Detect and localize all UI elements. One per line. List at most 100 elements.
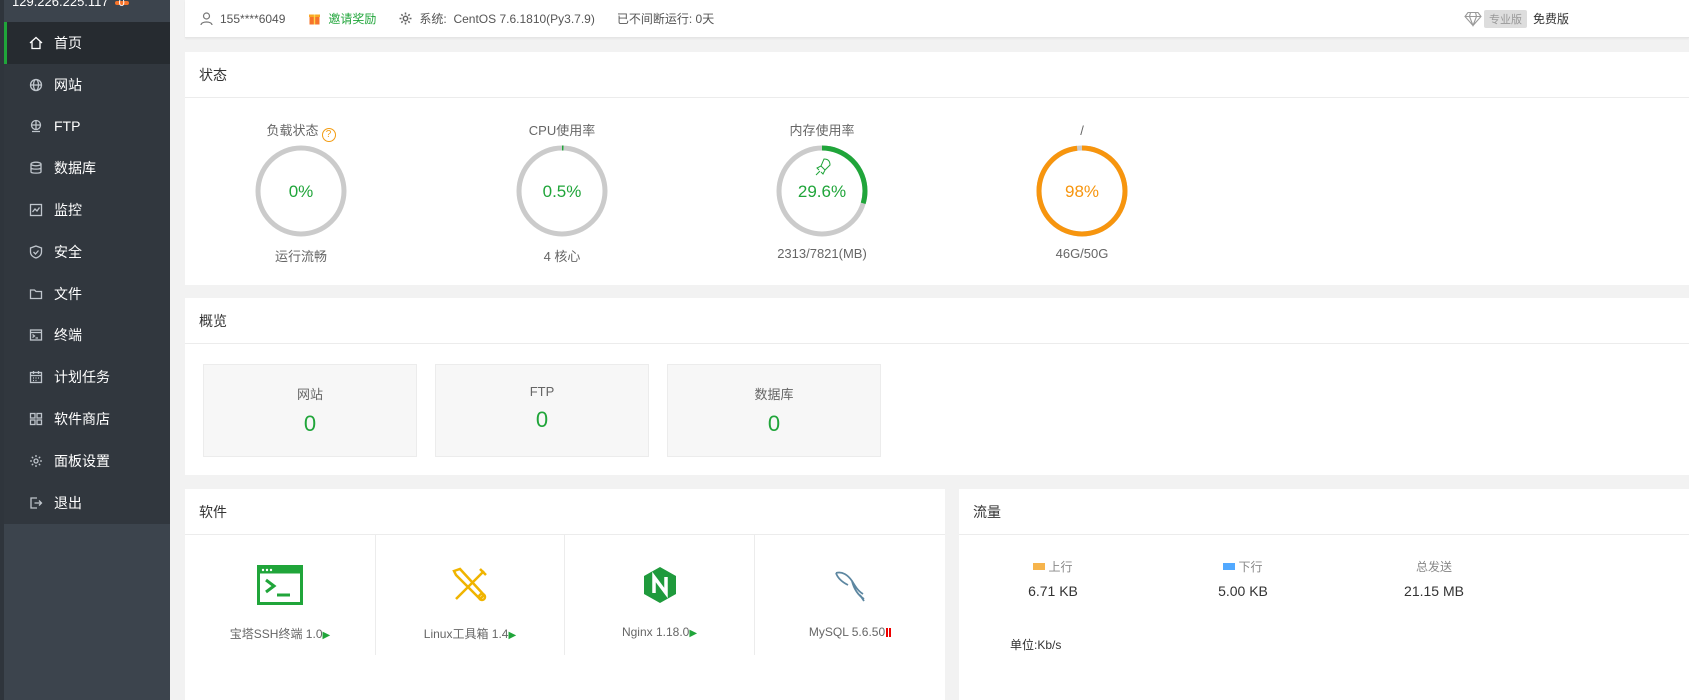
sidebar-item-label: 安全 [54, 243, 82, 260]
username: 155****6049 [220, 11, 286, 26]
gauge-value: 0% [289, 182, 314, 201]
sidebar-item-label: 计划任务 [54, 369, 110, 386]
overview-card-website[interactable]: 网站 0 [203, 364, 417, 457]
card-value[interactable]: 0 [204, 411, 416, 437]
software-panel-title: 软件 [185, 489, 945, 535]
software-item-toolbox[interactable]: Linux工具箱 1.4▶ [376, 535, 565, 655]
traffic-label-text: 上行 [1048, 560, 1073, 574]
software-name-text: Nginx 1.18.0 [621, 625, 690, 639]
gauge-ring: 0% [255, 145, 347, 237]
message-badge[interactable]: 0 [114, 0, 129, 9]
traffic-total-sent: 总发送 21.15 MB [1349, 558, 1519, 599]
gauge-value: 0.5% [543, 182, 582, 201]
sidebar-item-label: 面板设置 [54, 452, 110, 469]
software-name: 宝塔SSH终端 1.0▶ [185, 625, 375, 642]
sidebar-item-monitor[interactable]: 监控 [4, 189, 170, 231]
sidebar-item-label: 文件 [54, 285, 82, 302]
stop-icon[interactable] [886, 628, 889, 637]
traffic-label: 下行 [1158, 558, 1328, 575]
sidebar-item-website[interactable]: 网站 [4, 64, 170, 106]
traffic-label-text: 下行 [1238, 560, 1263, 574]
server-ip: 129.226.225.117 [12, 0, 109, 9]
sidebar-item-label: FTP [54, 118, 81, 135]
software-name-text: 宝塔SSH终端 1.0 [229, 627, 323, 641]
invite-label: 邀请奖励 [328, 12, 377, 26]
pro-edition-tag[interactable]: 专业版 [1483, 9, 1527, 28]
sidebar-item-ftp[interactable]: FTP [4, 106, 170, 148]
software-item-ssh[interactable]: 宝塔SSH终端 1.0▶ [185, 535, 376, 655]
sidebar-item-label: 监控 [54, 202, 82, 219]
software-name-text: MySQL 5.6.50 [808, 625, 886, 639]
gauge-title: / [1080, 123, 1084, 138]
sidebar-item-label: 退出 [54, 494, 82, 511]
gauge-subtitle: 运行流畅 [274, 249, 327, 264]
sidebar-item-logout[interactable]: 退出 [4, 482, 170, 524]
sidebar-item-files[interactable]: 文件 [4, 273, 170, 315]
gauge-title: 负载状态? [221, 121, 381, 142]
gear-icon [399, 12, 412, 25]
overview-card-database[interactable]: 数据库 0 [667, 364, 881, 457]
gear-icon [28, 453, 44, 469]
toolbox-icon [376, 561, 564, 609]
disk-gauge[interactable]: / 98% 46G/50G [1002, 121, 1162, 261]
gauge-subtitle: 2313/7821(MB) [777, 246, 867, 261]
stop-icon[interactable] [889, 628, 892, 637]
gauge-ring: 0.5% [516, 145, 608, 237]
gauge-ring: 29.6% [776, 145, 868, 237]
software-item-nginx[interactable]: Nginx 1.18.0▶ [565, 535, 755, 655]
grid-icon [28, 411, 44, 427]
ftp-icon [28, 118, 44, 134]
sidebar-item-database[interactable]: 数据库 [4, 147, 170, 189]
top-bar: 155****6049 邀请奖励 系统: CentOS 7.6.1810(Py3… [185, 0, 1689, 38]
sidebar-item-label: 软件商店 [54, 411, 110, 428]
card-value[interactable]: 0 [668, 411, 880, 437]
sidebar-item-security[interactable]: 安全 [4, 231, 170, 273]
traffic-upload: 上行 6.71 KB [968, 558, 1138, 599]
sidebar-item-cron[interactable]: 计划任务 [4, 356, 170, 398]
overview-card-ftp[interactable]: FTP 0 [435, 364, 649, 457]
user-icon [200, 12, 213, 26]
invite-reward-link[interactable]: 邀请奖励 [307, 10, 376, 27]
gauge-value: 29.6% [798, 182, 846, 201]
status-panel-title: 状态 [185, 52, 1689, 98]
card-value[interactable]: 0 [436, 407, 648, 433]
monitor-icon [28, 202, 44, 218]
help-icon[interactable]: ? [321, 128, 336, 142]
sidebar-item-home[interactable]: 首页 [4, 22, 170, 64]
sidebar-item-terminal[interactable]: 终端 [4, 315, 170, 357]
gauge-ring: 98% [1036, 145, 1128, 237]
user-info[interactable]: 155****6049 [199, 11, 285, 26]
traffic-panel-title: 流量 [959, 489, 1689, 535]
ssh-terminal-icon [185, 561, 375, 609]
load-gauge[interactable]: 负载状态? 0% 运行流畅 [221, 121, 381, 265]
shield-icon [28, 244, 44, 260]
play-icon[interactable]: ▶ [509, 630, 517, 641]
play-icon[interactable]: ▶ [689, 628, 697, 639]
software-name-text: Linux工具箱 1.4 [423, 627, 509, 641]
traffic-value: 6.71 KB [1028, 583, 1078, 599]
mysql-icon [755, 561, 945, 609]
sidebar-item-label: 数据库 [54, 160, 96, 177]
globe-icon [28, 77, 44, 93]
database-icon [28, 160, 44, 176]
sidebar-item-settings[interactable]: 面板设置 [4, 440, 170, 482]
edition-area: 专业版 免费版 [1464, 9, 1569, 28]
rocket-icon[interactable] [815, 158, 831, 176]
gauge-subtitle: 4 核心 [543, 249, 581, 264]
server-header: 129.226.225.117 0 [4, 0, 170, 22]
system-info: 系统: CentOS 7.6.1810(Py3.7.9) [398, 10, 595, 27]
sidebar-menu: 首页 网站 FTP 数据库 监控 安全 文件 终端 计划任务 软件商店 面板设置… [4, 22, 170, 524]
nginx-icon [565, 561, 754, 609]
sidebar-item-label: 终端 [54, 327, 82, 344]
sidebar-item-label: 网站 [54, 76, 82, 93]
memory-gauge[interactable]: 内存使用率 29.6% 2313/7821(MB) [742, 121, 902, 261]
cpu-gauge[interactable]: CPU使用率 0.5% 4 核心 [482, 121, 642, 265]
sidebar-item-store[interactable]: 软件商店 [4, 398, 170, 440]
folder-icon [28, 286, 44, 302]
card-label: 网站 [296, 387, 323, 402]
traffic-value: 21.15 MB [1404, 583, 1464, 599]
software-item-mysql[interactable]: MySQL 5.6.50 [755, 535, 945, 655]
gauge-subtitle: 46G/50G [1055, 246, 1109, 261]
traffic-label: 上行 [968, 558, 1138, 575]
play-icon[interactable]: ▶ [323, 630, 331, 641]
